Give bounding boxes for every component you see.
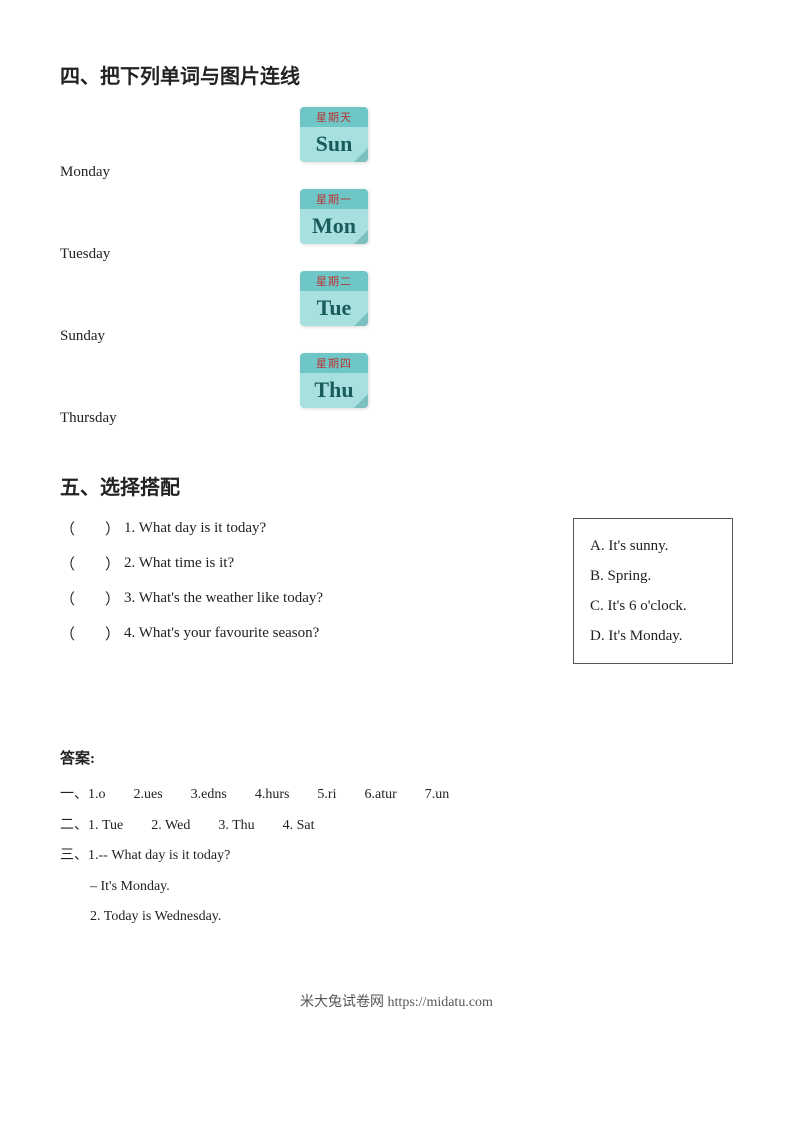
answer-row-2: 二、1. Tue 2. Wed 3. Thu 4. Sat: [60, 813, 733, 840]
question-1: （ ） 1. What day is it today?: [60, 518, 533, 539]
word-thursday: Thursday: [60, 410, 117, 427]
answer-row-1: 一、1.o 2.ues 3.edns 4.hurs 5.ri 6.atur 7.…: [60, 782, 733, 809]
match-row-4: 星期四 Thu Thursday: [60, 353, 733, 427]
match-row-3: 星期二 Tue Sunday: [60, 271, 733, 345]
section-five-title: 五、选择搭配: [60, 471, 733, 500]
calendar-top-tue: 星期二: [300, 271, 368, 291]
answer-d: D. It's Monday.: [590, 621, 716, 651]
calendar-bottom-tue: Tue: [300, 291, 368, 326]
answer-c: C. It's 6 o'clock.: [590, 591, 716, 621]
paren-2: （ ）: [60, 553, 120, 574]
answer-title: 答案:: [60, 744, 733, 774]
paren-1: （ ）: [60, 518, 120, 539]
answer-row-4: – It's Monday.: [90, 874, 733, 901]
answers-box: A. It's sunny. B. Spring. C. It's 6 o'cl…: [573, 518, 733, 664]
answer-b: B. Spring.: [590, 561, 716, 591]
question-text-4: 4. What's your favourite season?: [124, 625, 319, 642]
match-container: 星期天 Sun Monday 星期一 Mon Tuesday: [60, 107, 733, 435]
question-text-2: 2. What time is it?: [124, 555, 234, 572]
match-row-1: 星期天 Sun Monday: [60, 107, 733, 181]
calendar-card-tue: 星期二 Tue: [300, 271, 368, 326]
section-four-title: 四、把下列单词与图片连线: [60, 60, 733, 89]
questions-col: （ ） 1. What day is it today? （ ） 2. What…: [60, 518, 533, 664]
calendar-bottom-thu: Thu: [300, 373, 368, 408]
answer-row-3: 三、1.-- What day is it today?: [60, 843, 733, 870]
footer-text: 米大兔试卷网 https://midatu.com: [300, 995, 493, 1010]
section-four: 四、把下列单词与图片连线 星期天 Sun Monday 星期一 M: [60, 60, 733, 435]
calendar-top-sun: 星期天: [300, 107, 368, 127]
match-row-2: 星期一 Mon Tuesday: [60, 189, 733, 263]
question-2: （ ） 2. What time is it?: [60, 553, 533, 574]
calendar-top-mon: 星期一: [300, 189, 368, 209]
word-monday: Monday: [60, 164, 110, 181]
answer-section: 答案: 一、1.o 2.ues 3.edns 4.hurs 5.ri 6.atu…: [60, 744, 733, 931]
section-five: 五、选择搭配 （ ） 1. What day is it today? （ ） …: [60, 471, 733, 664]
question-4: （ ） 4. What's your favourite season?: [60, 623, 533, 644]
calendar-card-mon: 星期一 Mon: [300, 189, 368, 244]
question-text-3: 3. What's the weather like today?: [124, 590, 323, 607]
calendar-bottom-mon: Mon: [300, 209, 368, 244]
calendar-card-sun: 星期天 Sun: [300, 107, 368, 162]
question-text-1: 1. What day is it today?: [124, 520, 266, 537]
word-sunday: Sunday: [60, 328, 105, 345]
calendar-card-thu: 星期四 Thu: [300, 353, 368, 408]
answer-a: A. It's sunny.: [590, 531, 716, 561]
word-tuesday: Tuesday: [60, 246, 110, 263]
paren-3: （ ）: [60, 588, 120, 609]
footer: 米大兔试卷网 https://midatu.com: [60, 991, 733, 1011]
paren-4: （ ）: [60, 623, 120, 644]
question-3: （ ） 3. What's the weather like today?: [60, 588, 533, 609]
answer-row-5: 2. Today is Wednesday.: [90, 904, 733, 931]
matching-exercise: （ ） 1. What day is it today? （ ） 2. What…: [60, 518, 733, 664]
calendar-bottom-sun: Sun: [300, 127, 368, 162]
calendar-top-thu: 星期四: [300, 353, 368, 373]
